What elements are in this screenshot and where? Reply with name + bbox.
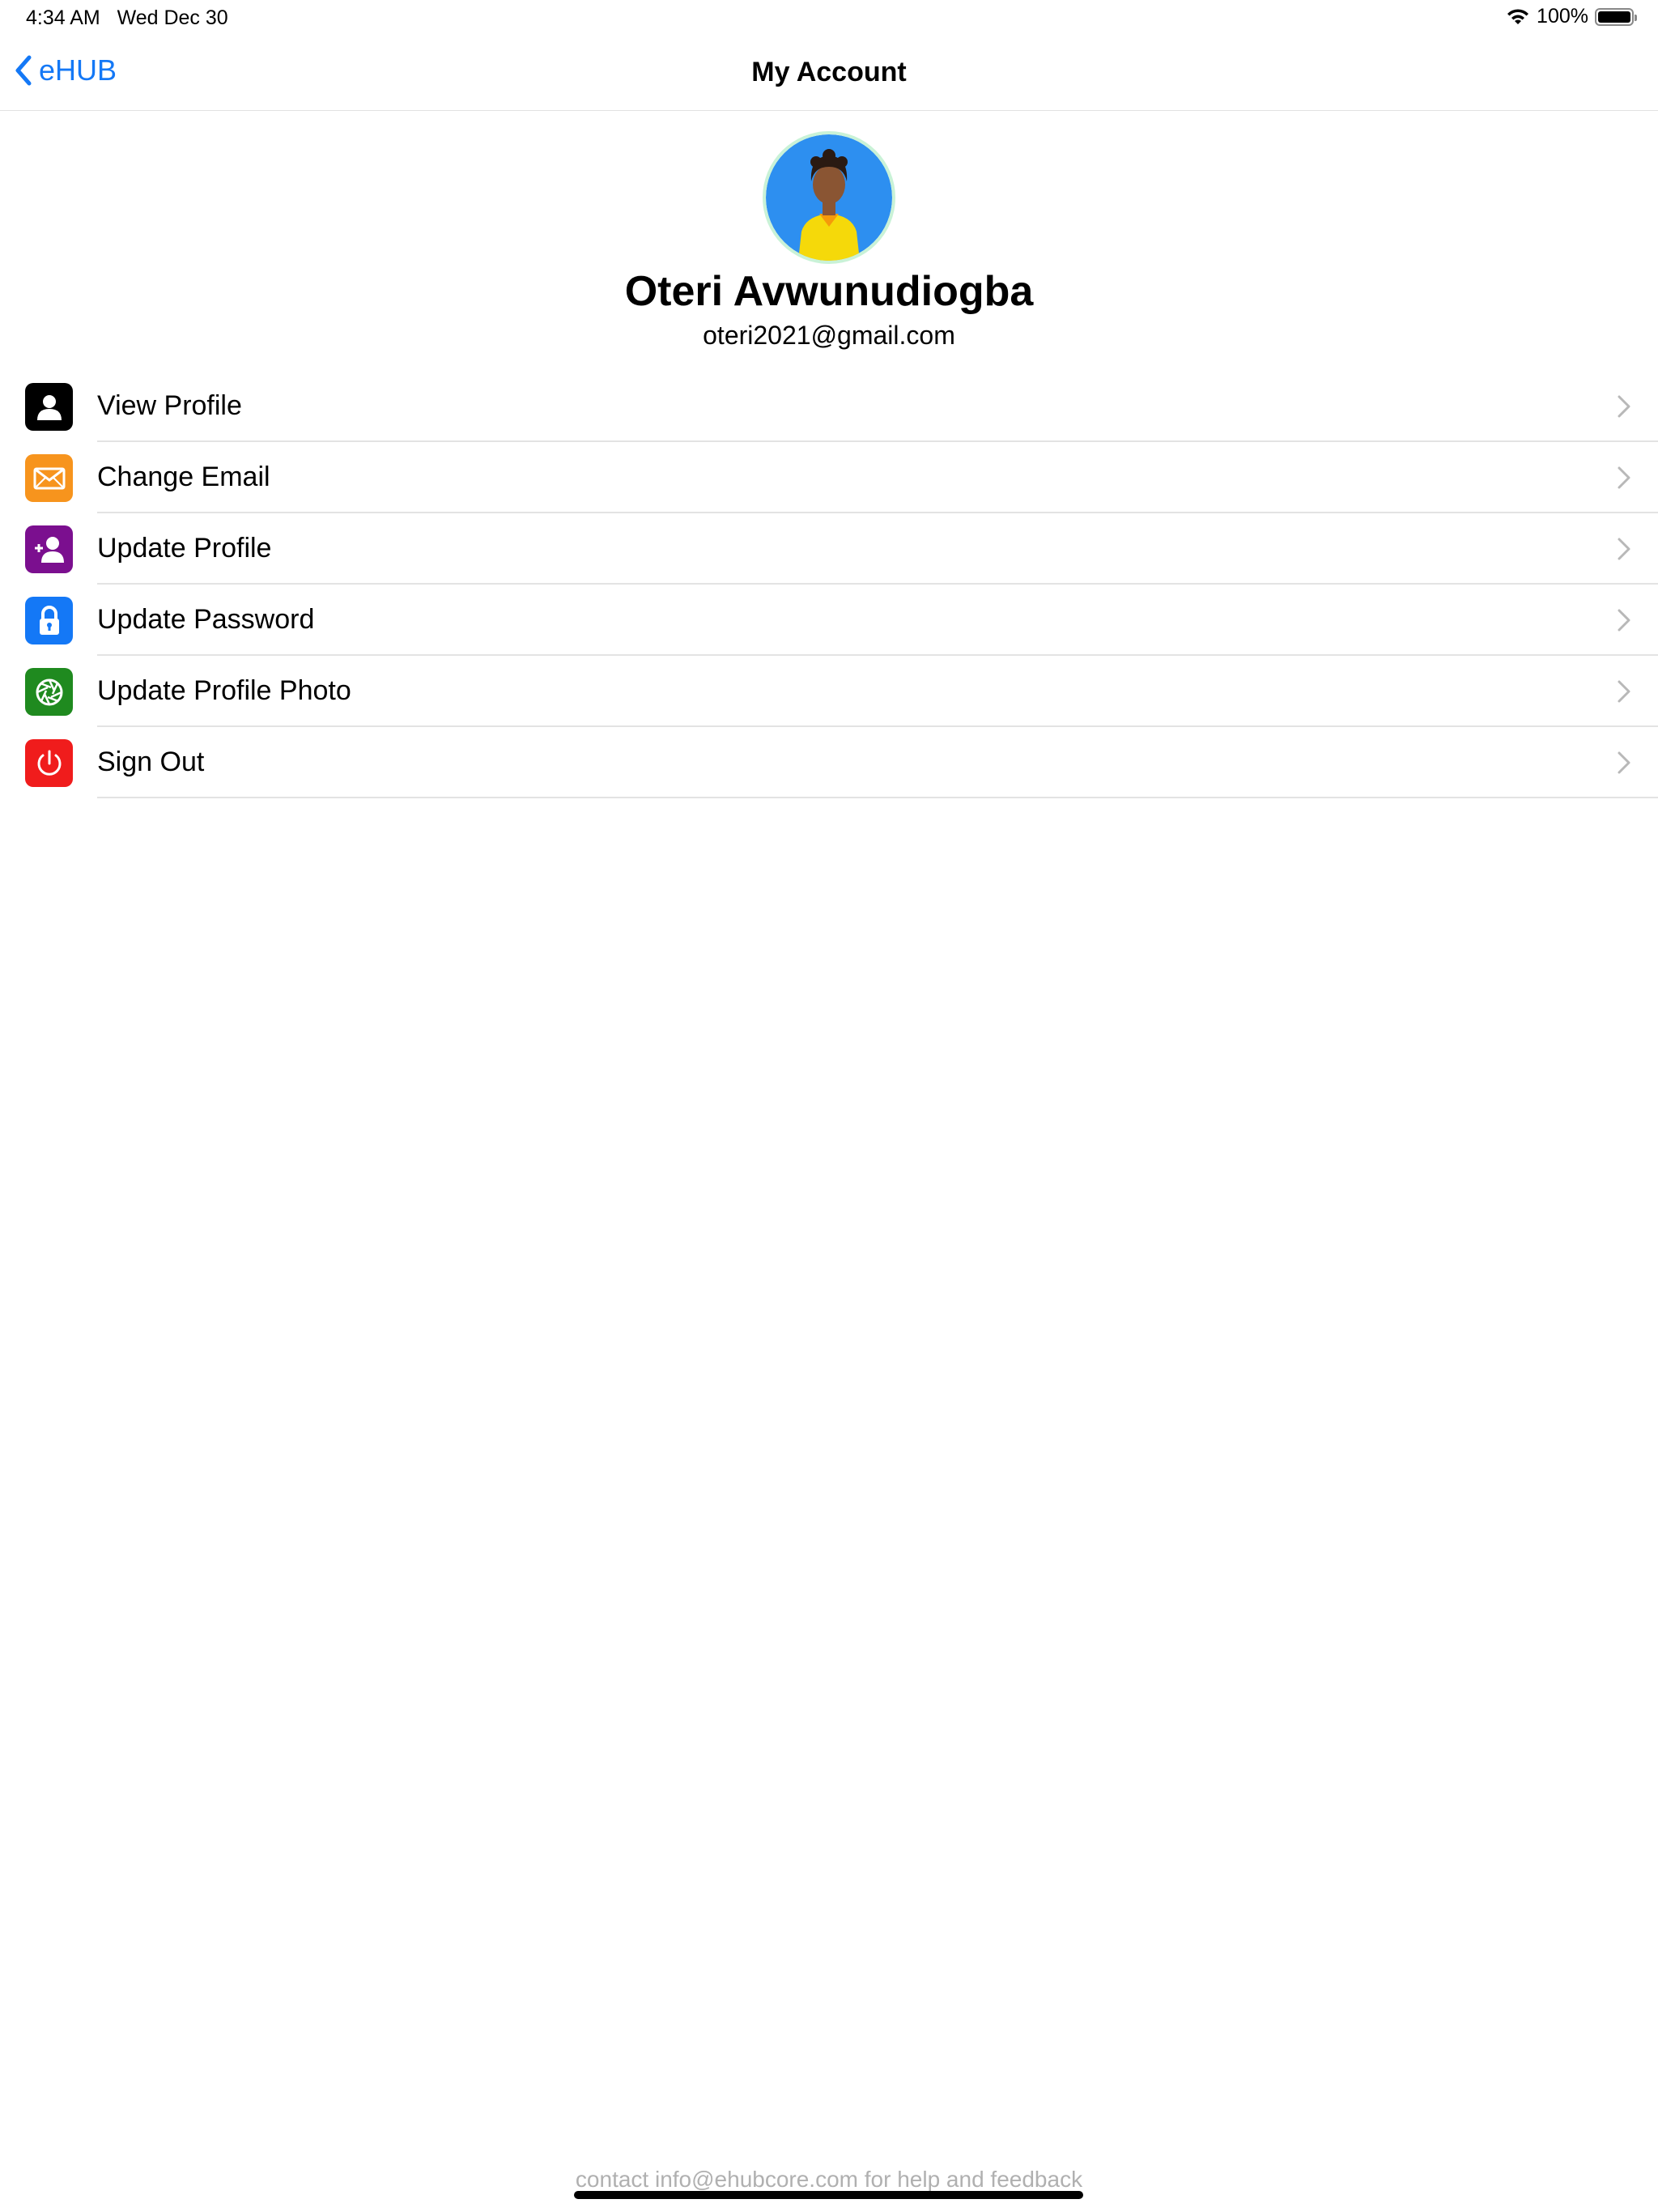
menu-item-label: Update Profile Photo [97, 675, 351, 706]
navigation-bar: eHUB My Account [0, 39, 1658, 111]
camera-aperture-icon [25, 668, 73, 716]
status-indicators: 100% [1506, 5, 1637, 28]
chevron-right-icon [1618, 395, 1630, 418]
divider [97, 797, 1658, 798]
wifi-icon [1507, 8, 1529, 24]
menu-item-update-profile[interactable]: Update Profile [0, 513, 1658, 585]
avatar[interactable] [766, 134, 892, 261]
menu-item-update-profile-photo[interactable]: Update Profile Photo [0, 656, 1658, 727]
page-title: My Account [751, 57, 907, 87]
chevron-right-icon [1618, 680, 1630, 703]
menu-item-update-password[interactable]: Update Password [0, 585, 1658, 656]
home-indicator[interactable] [574, 2191, 1083, 2199]
menu-item-label: Sign Out [97, 747, 205, 777]
menu-item-label: Update Profile [97, 533, 272, 564]
menu-item-label: Update Password [97, 604, 315, 635]
lock-icon [25, 597, 73, 644]
account-menu: View Profile Change Email Update Profile… [0, 371, 1658, 798]
help-footer: contact info@ehubcore.com for help and f… [575, 2167, 1083, 2192]
status-time-date: 4:34 AM Wed Dec 30 [26, 6, 228, 30]
chevron-right-icon [1618, 751, 1630, 774]
status-date: Wed Dec 30 [117, 6, 228, 29]
chevron-right-icon [1618, 609, 1630, 632]
menu-item-label: Change Email [97, 462, 270, 492]
battery-icon [1595, 7, 1637, 26]
battery-percent: 100% [1537, 5, 1588, 28]
person-icon [25, 383, 73, 431]
person-add-icon [25, 525, 73, 573]
menu-item-label: View Profile [97, 390, 242, 421]
envelope-icon [25, 454, 73, 502]
profile-header: Oteri Avwunudiogba oteri2021@gmail.com [0, 134, 1658, 351]
menu-item-change-email[interactable]: Change Email [0, 442, 1658, 513]
menu-item-sign-out[interactable]: Sign Out [0, 727, 1658, 798]
chevron-right-icon [1618, 538, 1630, 560]
power-icon [25, 739, 73, 787]
menu-item-view-profile[interactable]: View Profile [0, 371, 1658, 442]
chevron-right-icon [1618, 466, 1630, 489]
status-bar: 4:34 AM Wed Dec 30 100% [0, 0, 1658, 39]
avatar-person-icon [766, 134, 892, 261]
status-time: 4:34 AM [26, 6, 100, 29]
profile-email: oteri2021@gmail.com [703, 321, 955, 350]
profile-name: Oteri Avwunudiogba [624, 268, 1034, 315]
